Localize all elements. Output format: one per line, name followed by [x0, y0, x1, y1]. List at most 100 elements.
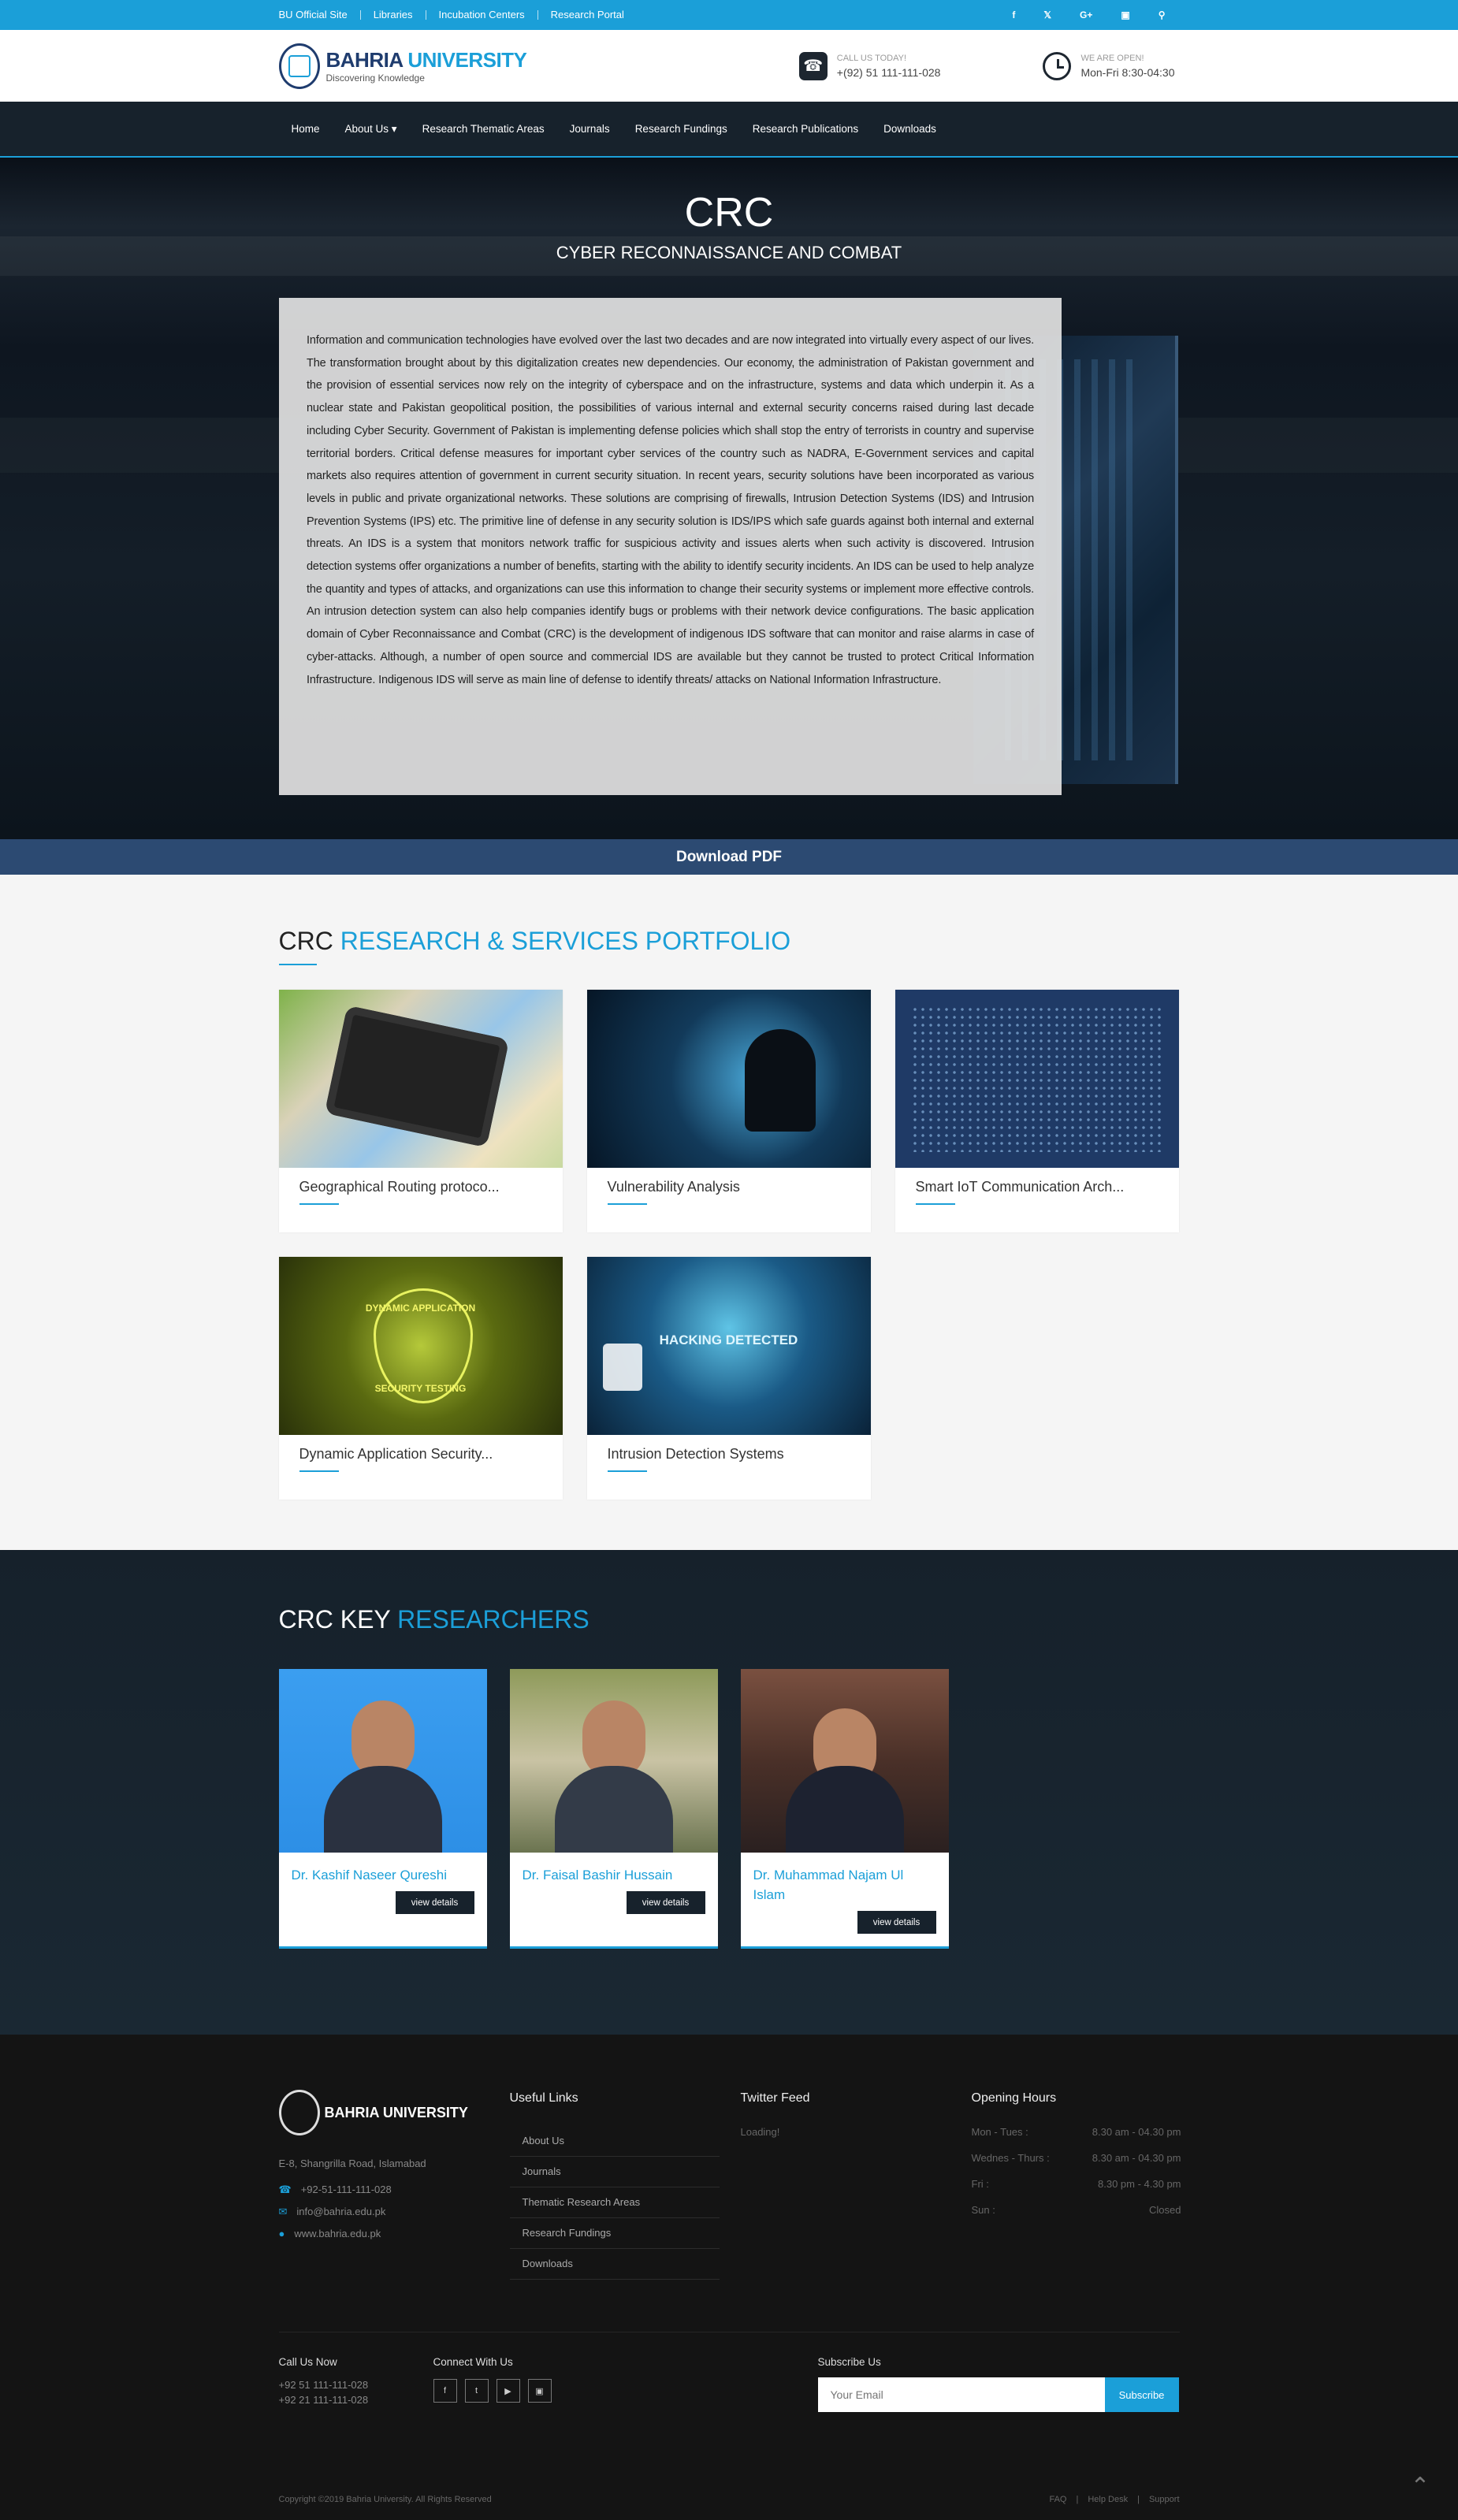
twitter-feed-title: Twitter Feed: [740, 2091, 810, 2105]
main-nav: Home About Us ▾ Research Thematic Areas …: [0, 102, 1458, 158]
hacking-detected-image: HACKING DETECTED: [586, 1257, 871, 1435]
top-links: BU Official Site Libraries Incubation Ce…: [279, 9, 637, 20]
link-bu-official[interactable]: BU Official Site: [279, 9, 360, 20]
subscribe-title: Subscribe Us: [817, 2356, 881, 2368]
twitter-icon[interactable]: t: [464, 2379, 489, 2403]
chevron-up-icon[interactable]: ⌃: [1404, 2473, 1436, 2500]
view-details-button[interactable]: view details: [395, 1891, 474, 1914]
facebook-icon[interactable]: f: [1012, 9, 1015, 20]
portfolio-card[interactable]: Smart IoT Communication Arch...: [895, 990, 1179, 1232]
call-number: +92 21 111-111-028: [278, 2394, 369, 2406]
phone-icon: ☎: [278, 2184, 292, 2195]
researcher-name[interactable]: Dr. Faisal Bashir Hussain: [510, 1853, 718, 1885]
google-plus-icon[interactable]: G+: [1080, 9, 1092, 20]
footer-website[interactable]: www.bahria.edu.pk: [294, 2228, 381, 2239]
faq-link[interactable]: FAQ: [1049, 2495, 1066, 2504]
nav-publications[interactable]: Research Publications: [753, 123, 858, 135]
footer-link[interactable]: Journals: [509, 2157, 720, 2187]
hero-section: CRC CYBER RECONNAISSANCE AND COMBAT Info…: [0, 158, 1458, 839]
email-field[interactable]: [817, 2377, 1105, 2412]
copyright: Copyright ©2019 Bahria University. All R…: [278, 2495, 492, 2504]
researchers-title: CRC KEY RESEARCHERS: [278, 1605, 590, 1634]
open-label: WE ARE OPEN!: [1080, 53, 1144, 63]
social-icons: f 𝕏 G+ ▣ ⚲: [1012, 9, 1165, 20]
call-number: +92 51 111-111-028: [278, 2379, 369, 2391]
hours-row: Mon - Tues :8.30 am - 04.30 pm: [971, 2126, 1181, 2138]
researcher-name[interactable]: Dr. Kashif Naseer Qureshi: [279, 1853, 487, 1885]
instagram-icon[interactable]: ▣: [527, 2379, 552, 2403]
globe-icon: ●: [278, 2228, 285, 2239]
portfolio-card[interactable]: HACKING DETECTED Intrusion Detection Sys…: [586, 1257, 871, 1500]
link-incubation[interactable]: Incubation Centers: [425, 9, 537, 20]
nav-about[interactable]: About Us ▾: [345, 123, 397, 136]
open-value: Mon-Fri 8:30-04:30: [1080, 65, 1175, 79]
nav-downloads[interactable]: Downloads: [883, 123, 936, 135]
image-caption-bottom: SECURITY TESTING: [374, 1383, 467, 1394]
footer-logo[interactable]: BAHRIA UNIVERSITY: [278, 2090, 489, 2135]
call-label: CALL US TODAY!: [836, 53, 907, 63]
footer-email[interactable]: info@bahria.edu.pk: [296, 2206, 385, 2218]
portfolio-section: CRC RESEARCH & SERVICES PORTFOLIO Geogra…: [0, 875, 1458, 1550]
opening-hours-title: Opening Hours: [971, 2091, 1057, 2105]
card-title[interactable]: Smart IoT Communication Arch...: [895, 1168, 1179, 1195]
nav-journals[interactable]: Journals: [570, 123, 610, 135]
nav-thematic-areas[interactable]: Research Thematic Areas: [422, 123, 545, 135]
call-value: +(92) 51 111-111-028: [836, 65, 941, 79]
security-testing-image: DYNAMIC APPLICATION SECURITY TESTING: [278, 1257, 563, 1435]
brand-tagline: Discovering Knowledge: [325, 72, 425, 84]
university-seal-icon: [278, 43, 320, 89]
iot-world-map-image: [895, 990, 1179, 1168]
facebook-icon[interactable]: f: [433, 2379, 457, 2403]
separator: |: [1137, 2495, 1140, 2504]
connect-title: Connect With Us: [433, 2356, 513, 2368]
card-title[interactable]: Geographical Routing protoco...: [279, 1168, 563, 1195]
researcher-photo: [278, 1669, 487, 1853]
portfolio-card[interactable]: Vulnerability Analysis: [586, 990, 871, 1232]
clock-icon: [1043, 51, 1072, 80]
footer-link[interactable]: Thematic Research Areas: [509, 2187, 720, 2218]
portfolio-card[interactable]: DYNAMIC APPLICATION SECURITY TESTING Dyn…: [278, 1257, 563, 1500]
download-pdf-button[interactable]: Download PDF: [0, 839, 1458, 875]
separator: |: [1076, 2495, 1079, 2504]
footer-phone: +92-51-111-111-028: [300, 2184, 392, 2195]
brand-name: BAHRIA UNIVERSITY: [325, 48, 527, 72]
researcher-photo: [509, 1669, 718, 1853]
intro-textbox: Information and communication technologi…: [279, 298, 1062, 795]
page-title: CRC: [684, 190, 774, 236]
phone-icon: ☎: [798, 51, 828, 80]
instagram-icon[interactable]: ▣: [1121, 9, 1129, 20]
card-title[interactable]: Intrusion Detection Systems: [587, 1435, 871, 1463]
footer-address: E-8, Shangrilla Road, Islamabad: [278, 2158, 426, 2169]
researchers-section: CRC KEY RESEARCHERS Dr. Kashif Naseer Qu…: [0, 1550, 1458, 2035]
search-icon[interactable]: ⚲: [1159, 9, 1166, 20]
subscribe-button[interactable]: Subscribe: [1104, 2377, 1179, 2412]
researcher-name[interactable]: Dr. Muhammad Najam Ul Islam: [741, 1853, 949, 1905]
support-link[interactable]: Support: [1149, 2495, 1180, 2504]
footer-link[interactable]: Downloads: [509, 2249, 720, 2280]
footer: BAHRIA UNIVERSITY E-8, Shangrilla Road, …: [0, 2035, 1458, 2520]
researcher-card: Dr. Kashif Naseer Qureshi view details: [278, 1669, 487, 1949]
footer-link[interactable]: About Us: [509, 2126, 720, 2157]
link-research-portal[interactable]: Research Portal: [537, 9, 637, 20]
nav-home[interactable]: Home: [292, 123, 320, 135]
view-details-button[interactable]: view details: [626, 1891, 705, 1914]
gps-navigation-image: [278, 990, 563, 1168]
footer-link[interactable]: Research Fundings: [509, 2218, 720, 2249]
youtube-icon[interactable]: ▶: [496, 2379, 520, 2403]
card-title[interactable]: Vulnerability Analysis: [587, 1168, 871, 1195]
title-underline: [278, 964, 317, 965]
view-details-button[interactable]: view details: [857, 1911, 936, 1934]
hours-row: Fri :8.30 pm - 4.30 pm: [971, 2178, 1181, 2190]
intro-text: Information and communication technologi…: [307, 334, 1034, 686]
nav-fundings[interactable]: Research Fundings: [635, 123, 727, 135]
portfolio-card[interactable]: Geographical Routing protoco...: [278, 990, 563, 1232]
twitter-icon[interactable]: 𝕏: [1043, 9, 1051, 20]
image-caption-top: DYNAMIC APPLICATION: [365, 1303, 476, 1314]
site-logo[interactable]: BAHRIA UNIVERSITY Discovering Knowledge: [278, 43, 527, 89]
card-title[interactable]: Dynamic Application Security...: [279, 1435, 563, 1463]
link-libraries[interactable]: Libraries: [359, 9, 426, 20]
twitter-loading: Loading!: [740, 2126, 780, 2138]
header: BAHRIA UNIVERSITY Discovering Knowledge …: [0, 30, 1458, 102]
call-info: ☎ CALL US TODAY! +(92) 51 111-111-028: [798, 51, 941, 80]
help-desk-link[interactable]: Help Desk: [1088, 2495, 1128, 2504]
